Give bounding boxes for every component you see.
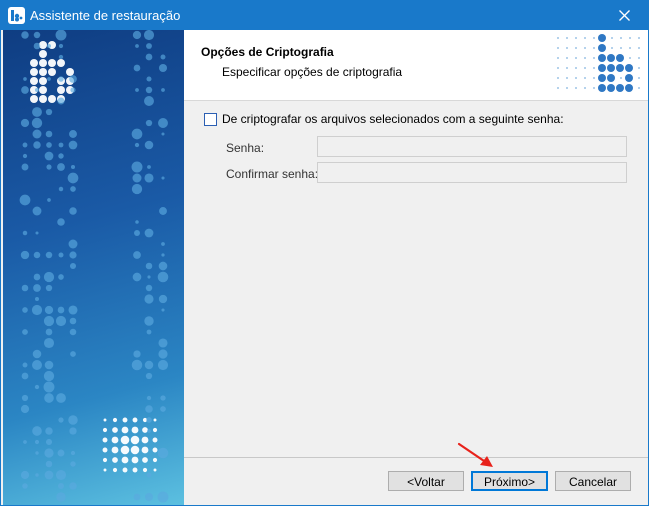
back-button[interactable]: <Voltar bbox=[388, 471, 464, 491]
header-logo-graphic bbox=[557, 34, 640, 92]
password-field[interactable] bbox=[317, 136, 627, 157]
app-logo-icon bbox=[8, 7, 25, 24]
page-title: Opções de Criptografia bbox=[201, 45, 334, 59]
title-bar: Assistente de restauração bbox=[1, 1, 648, 30]
arrow-annotation-icon bbox=[457, 442, 493, 467]
wizard-header: Opções de Criptografia Especificar opçõe… bbox=[184, 30, 648, 101]
window-title: Assistente de restauração bbox=[30, 8, 181, 23]
encrypt-checkbox-label[interactable]: De criptografar os arquivos selecionados… bbox=[222, 112, 564, 126]
confirm-password-field[interactable] bbox=[317, 162, 627, 183]
cancel-button[interactable]: Cancelar bbox=[555, 471, 631, 491]
password-label: Senha: bbox=[226, 141, 265, 155]
page-subtitle: Especificar opções de criptografia bbox=[222, 65, 403, 79]
encrypt-checkbox[interactable] bbox=[204, 113, 217, 126]
dot-pattern-graphic bbox=[19, 30, 169, 503]
footer-divider bbox=[184, 457, 648, 458]
close-icon bbox=[619, 10, 630, 21]
confirm-password-label: Confirmar senha: bbox=[226, 167, 319, 181]
encryption-options-panel: De criptografar os arquivos selecionados… bbox=[184, 101, 648, 457]
next-button[interactable]: Próximo> bbox=[471, 471, 548, 491]
wizard-side-banner bbox=[3, 30, 184, 505]
restore-wizard-window: Assistente de restauração Opções de Crip… bbox=[0, 0, 649, 506]
close-button[interactable] bbox=[602, 1, 648, 30]
